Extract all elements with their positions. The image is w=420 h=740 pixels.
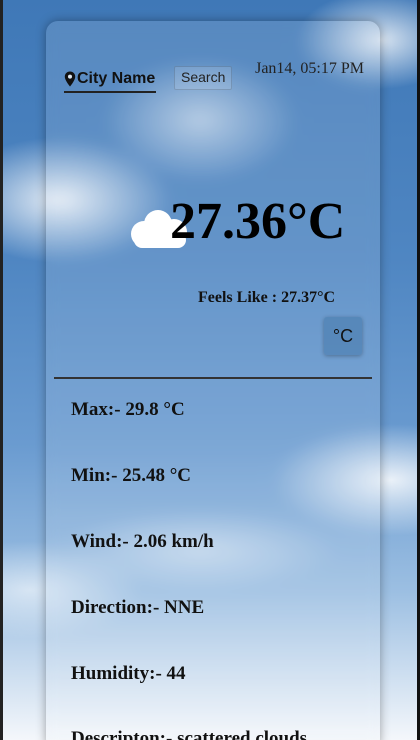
city-input[interactable] [77, 70, 155, 88]
detail-label: Max:- [71, 399, 121, 420]
feels-like-value: 27.37°C [281, 289, 336, 306]
detail-direction: Direction:- NNE [71, 597, 204, 619]
feels-like: Feels Like : 27.37°C [198, 289, 335, 307]
detail-value: 29.8 °C [125, 399, 185, 420]
detail-value: 2.06 km/h [133, 531, 214, 552]
search-button[interactable]: Search [174, 66, 233, 90]
detail-value: 44 [166, 663, 186, 684]
divider [54, 377, 372, 379]
city-search-field[interactable] [64, 67, 156, 93]
current-temperature: 27.36°C [170, 193, 346, 250]
unit-toggle-button[interactable]: °C [324, 317, 362, 355]
window-edge-left [0, 0, 3, 740]
detail-description: Descripton:- scattered clouds [71, 728, 307, 740]
detail-label: Wind:- [71, 531, 129, 552]
detail-label: Direction:- [71, 597, 160, 618]
detail-max: Max:- 29.8 °C [71, 399, 185, 421]
detail-value: 25.48 °C [122, 465, 192, 486]
location-pin-icon [64, 71, 76, 87]
weather-card: Search Jan14, 05:17 PM 27.36°C Feels Lik… [46, 21, 380, 740]
detail-label: Humidity:- [71, 663, 162, 684]
detail-wind: Wind:- 2.06 km/h [71, 531, 214, 553]
detail-value: NNE [164, 597, 205, 618]
detail-label: Descripton:- [71, 728, 173, 740]
detail-label: Min:- [71, 465, 118, 486]
detail-humidity: Humidity:- 44 [71, 663, 186, 685]
feels-like-label: Feels Like : [198, 289, 278, 306]
detail-min: Min:- 25.48 °C [71, 465, 191, 487]
detail-value: scattered clouds [177, 728, 308, 740]
date-time: Jan14, 05:17 PM [255, 60, 364, 77]
